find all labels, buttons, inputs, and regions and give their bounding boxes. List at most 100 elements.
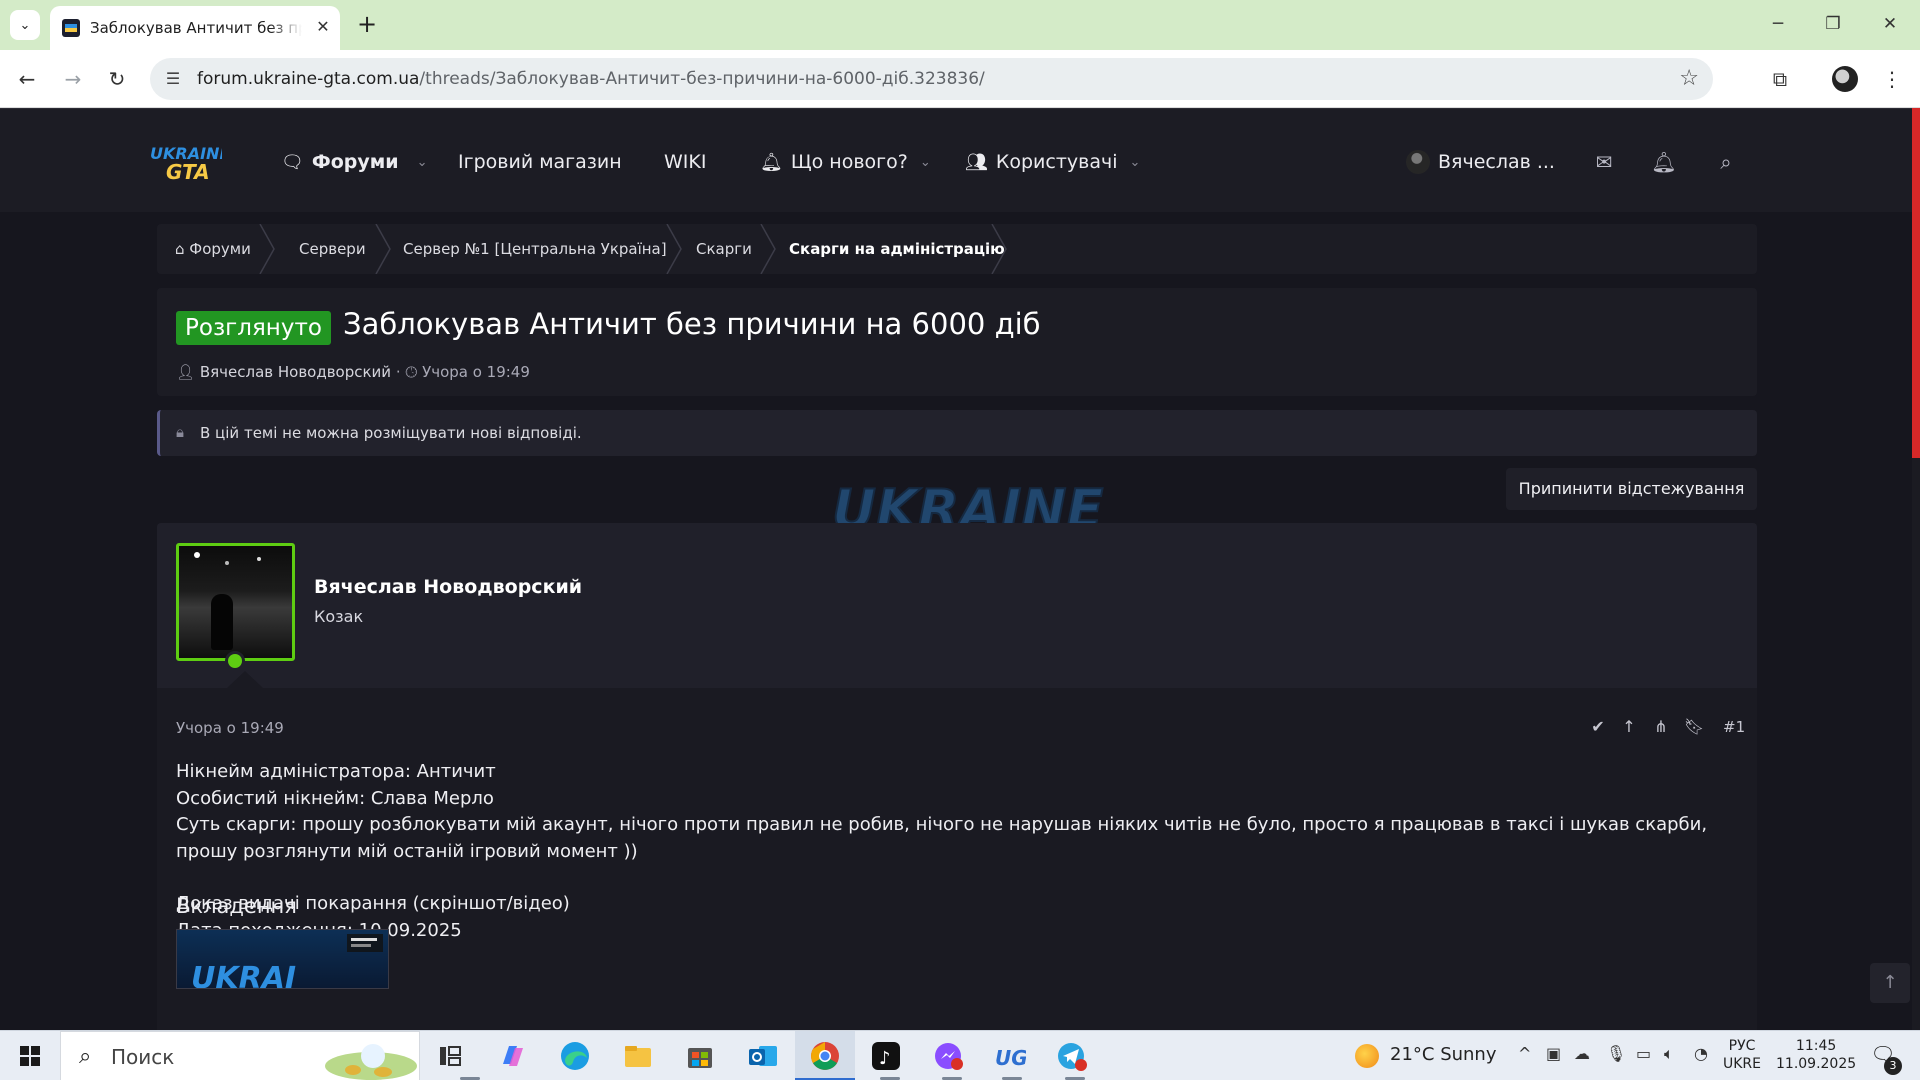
browser-tab-active[interactable]: Заблокував Античит без причини на 6000 д… [50, 6, 340, 50]
tab-close-icon[interactable]: ✕ [312, 16, 334, 38]
sun-weather-icon[interactable] [1355, 1044, 1379, 1068]
nav-shop[interactable]: Ігровий магазин [458, 147, 622, 177]
thread-author-link[interactable]: Вячеслав Новодворский [200, 363, 391, 381]
weather-text[interactable]: 21°C Sunny [1390, 1044, 1497, 1065]
extensions-puzzle-icon[interactable]: ⧉ [1763, 62, 1797, 96]
wifi-icon[interactable]: ◔ [1694, 1044, 1708, 1063]
nav-wiki[interactable]: WIKI [664, 147, 706, 177]
breadcrumb-separator [991, 224, 1007, 274]
scrollbar-thumb[interactable] [1912, 108, 1920, 458]
users-icon: 👥︎ [965, 151, 988, 173]
battery-icon[interactable]: ▭ [1636, 1044, 1651, 1063]
breadcrumb-server-1[interactable]: Сервер №1 [Центральна Україна] [403, 224, 667, 274]
breadcrumb-server-1-label: Сервер №1 [Центральна Україна] [403, 240, 667, 258]
messenger-icon[interactable] [930, 1038, 966, 1074]
alerts-bell-icon[interactable]: 🔔︎ [1649, 147, 1679, 177]
url-text[interactable]: forum.ukraine-gta.com.ua/threads/Заблоку… [197, 69, 985, 89]
post-username[interactable]: Вячеслав Новодворский [314, 576, 582, 598]
nav-user-account[interactable]: Вячеслав ... [1406, 147, 1555, 177]
breadcrumb-forums[interactable]: ⌂ Форуми [175, 224, 251, 274]
cloud-off-icon[interactable]: ☁ [1574, 1044, 1590, 1063]
clock-icon: 🕓︎ [405, 363, 418, 381]
svg-text:♪: ♪ [879, 1048, 891, 1069]
forward-arrow-right-icon[interactable]: → [56, 62, 90, 96]
notifications-count-badge: 3 [1884, 1057, 1902, 1075]
share-icon[interactable]: ⋔ [1650, 716, 1672, 738]
tiktok-icon[interactable]: ♪ [868, 1038, 904, 1074]
reload-icon[interactable]: ↻ [100, 62, 134, 96]
message-arrow [227, 671, 263, 688]
post-date[interactable]: Учора о 19:49 [176, 719, 284, 737]
telegram-icon[interactable] [1053, 1038, 1089, 1074]
bookmark-star-icon[interactable]: ☆ [1679, 67, 1699, 91]
post-line: Особистий нікнейм: Слава Мерло [176, 787, 494, 809]
file-explorer-icon[interactable] [620, 1038, 656, 1074]
device-icon[interactable]: ▣ [1546, 1044, 1561, 1063]
chevron-down-icon[interactable]: ⌄ [1130, 155, 1141, 170]
chevron-down-icon[interactable]: ⌄ [920, 155, 931, 170]
volume-icon[interactable]: 🔈︎ [1664, 1044, 1674, 1064]
nav-whats-new[interactable]: 🔔︎ Що нового? ⌄ [760, 147, 931, 177]
nav-members[interactable]: 👥︎ Користувачі ⌄ [965, 147, 1140, 177]
copilot-icon[interactable] [495, 1038, 531, 1074]
inbox-envelope-icon[interactable]: ✉ [1589, 147, 1619, 177]
url-path: /threads/Заблокував-Античит-без-причини-… [419, 69, 985, 89]
windows-start-icon[interactable] [12, 1040, 48, 1072]
tab-search-chevron-down-icon[interactable]: ⌄ [10, 10, 40, 40]
reaction-check-icon[interactable]: ✔ [1587, 716, 1609, 738]
nav-user-label: Вячеслав ... [1438, 151, 1555, 173]
taskbar-search-placeholder: Поиск [111, 1045, 175, 1069]
clock[interactable]: 11:45 11.09.2025 [1776, 1037, 1856, 1073]
svg-text:UKRAI: UKRAI [191, 961, 296, 989]
nav-shop-label: Ігровий магазин [458, 151, 622, 173]
breadcrumb-complaints[interactable]: Скарги [696, 224, 752, 274]
tab-title: Заблокував Античит без причини на 6000 д… [90, 19, 302, 37]
home-icon: ⌂ [175, 240, 190, 258]
task-view-icon[interactable] [432, 1038, 468, 1074]
back-arrow-left-icon[interactable]: ← [10, 62, 44, 96]
chevron-down-icon[interactable]: ⌄ [417, 155, 428, 170]
minimize-icon[interactable]: ─ [1758, 8, 1798, 40]
thread-date[interactable]: Учора о 19:49 [422, 363, 530, 381]
language-indicator[interactable]: РУС UKRE [1723, 1037, 1761, 1073]
outlook-icon[interactable] [745, 1038, 781, 1074]
breadcrumb-servers[interactable]: Сервери [299, 224, 366, 274]
breadcrumb-separator [375, 224, 391, 274]
close-window-icon[interactable]: ✕ [1870, 8, 1910, 40]
microphone-icon[interactable]: 🎙︎ [1606, 1044, 1626, 1063]
site-info-tune-icon[interactable]: ☰ [162, 68, 184, 90]
ukraine-gta-launcher-icon[interactable]: UG [990, 1038, 1028, 1074]
page-scrollbar[interactable] [1912, 108, 1920, 1030]
nav-forums-label: Форуми [311, 151, 399, 173]
svg-text:UG: UG [995, 1046, 1026, 1070]
address-bar[interactable]: ☰ forum.ukraine-gta.com.ua/threads/Забло… [150, 58, 1713, 100]
post-number[interactable]: #1 [1723, 718, 1745, 736]
nav-forums[interactable]: 🗨 Форуми ⌄ [281, 147, 428, 177]
meta-separator: · [395, 363, 401, 381]
bookmark-icon[interactable]: 🔖︎ [1683, 716, 1705, 738]
profile-avatar[interactable] [1832, 66, 1858, 92]
store-icon[interactable] [682, 1038, 718, 1074]
chrome-icon[interactable] [807, 1038, 843, 1074]
post-user-title: Козак [314, 607, 364, 626]
attachment-thumbnail[interactable]: UKRAI [176, 929, 389, 989]
user-icon: 👤︎ [176, 363, 196, 381]
nav-members-label: Користувачі [995, 151, 1118, 173]
new-tab-plus-icon[interactable]: + [352, 10, 382, 40]
taskbar-search[interactable]: ⌕ Поиск [60, 1031, 420, 1080]
kebab-menu-icon[interactable]: ⋮ [1880, 62, 1904, 96]
ukraine-gta-logo[interactable]: UKRAINE GTA [148, 139, 222, 183]
arrow-up-icon[interactable]: ↑ [1618, 716, 1640, 738]
breadcrumb-admin-complaints[interactable]: Скарги на адміністрацію [789, 224, 1005, 274]
unwatch-button[interactable]: Припинити відстежування [1506, 468, 1757, 510]
edge-icon[interactable] [557, 1038, 593, 1074]
restore-icon[interactable]: ❐ [1813, 8, 1853, 40]
svg-text:GTA: GTA [166, 160, 210, 183]
post-user-area: Вячеслав Новодворский Козак [157, 523, 1757, 688]
scroll-to-top-arrow-up-icon[interactable]: ↑ [1870, 963, 1910, 1003]
status-badge[interactable]: Розглянуто [176, 311, 331, 345]
search-icon[interactable]: ⌕ [1711, 147, 1741, 177]
chevron-up-icon[interactable]: ^ [1518, 1044, 1531, 1063]
breadcrumb-separator [760, 224, 776, 274]
post-user-avatar[interactable] [176, 543, 295, 661]
